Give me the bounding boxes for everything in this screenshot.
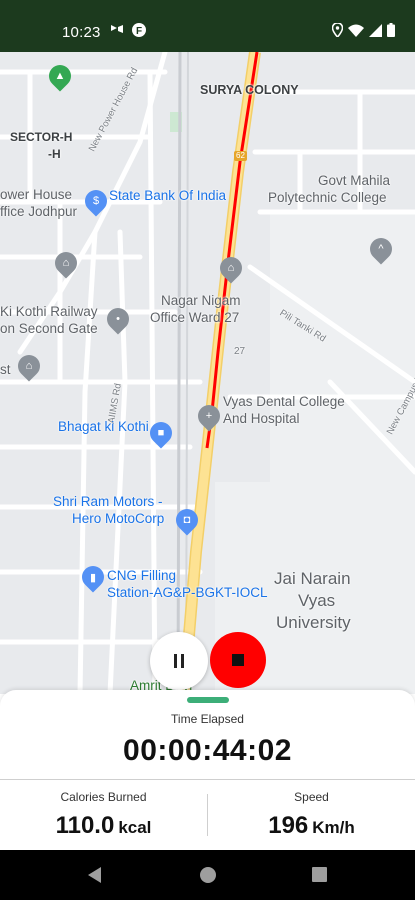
map-label-power-house: ower House	[0, 187, 73, 202]
bank-icon[interactable]: $	[80, 185, 112, 217]
calories-stat: 110.0 kcal	[0, 812, 207, 840]
tracking-panel: Time Elapsed 00:00:44:02 Calories Burned…	[0, 690, 415, 850]
app-screen: 10:23 F ▲ $ ⌂ ⌂ ^ • ⌂ + ■ ◘ ▮ SURYA COLO…	[0, 0, 415, 900]
navigation-bar	[0, 850, 415, 900]
park-icon[interactable]: ▲	[44, 60, 76, 92]
map-label-surya-colony: SURYA COLONY	[200, 83, 299, 97]
speed-stat: 196 Km/h	[208, 812, 415, 840]
shopping-icon[interactable]: ◘	[171, 504, 203, 536]
map-label-sector-h-2: -H	[48, 147, 61, 161]
govt-office-icon[interactable]: ⌂	[215, 252, 247, 284]
status-bar: 10:23 F	[0, 0, 415, 52]
map-label-vyas: Vyas	[298, 591, 336, 610]
building-icon[interactable]: ⌂	[13, 350, 45, 382]
map-label-second-gate: on Second Gate	[0, 321, 98, 336]
map-label-sbi: State Bank Of India	[109, 188, 227, 203]
map-label-cng-station: Station-AG&P-BGKT-IOCL	[107, 585, 268, 600]
app-notification-icon: F	[132, 23, 146, 37]
calories-unit: kcal	[118, 818, 152, 837]
map-view[interactable]: ▲ $ ⌂ ⌂ ^ • ⌂ + ■ ◘ ▮ SURYA COLONY SECTO…	[0, 52, 415, 694]
map-label-sector-h: SECTOR-H	[10, 130, 73, 144]
train-station-icon[interactable]: ■	[145, 417, 177, 449]
map-label-vyas-dental: Vyas Dental College	[223, 394, 345, 409]
speed-label: Speed	[294, 790, 329, 804]
divider	[0, 779, 415, 780]
railway-gate-pin-icon[interactable]: •	[102, 303, 134, 335]
map-label-office-jodhpur: ffice Jodhpur	[0, 204, 78, 219]
stop-icon	[232, 654, 244, 666]
landmark-icon[interactable]: ⌂	[50, 247, 82, 279]
college-icon[interactable]: ^	[365, 233, 397, 265]
map-label-and-hospital: And Hospital	[223, 411, 300, 426]
signal-icon	[369, 23, 382, 37]
time-elapsed-label: Time Elapsed	[171, 712, 244, 726]
cast-icon	[111, 25, 123, 33]
back-icon[interactable]	[88, 867, 102, 883]
svg-text:F: F	[136, 26, 142, 37]
map-label-govt-mahila: Govt Mahila	[318, 173, 391, 188]
map-label-shri-ram-motors: Shri Ram Motors -	[53, 494, 163, 509]
status-time: 10:23	[62, 24, 101, 41]
home-icon[interactable]	[200, 867, 216, 883]
wifi-icon	[348, 24, 364, 37]
map-label-st: st	[0, 362, 11, 377]
calories-value: 110.0	[55, 812, 115, 839]
sheet-drag-handle[interactable]	[187, 697, 229, 703]
recents-icon[interactable]	[312, 867, 327, 882]
map-label-jai-narain: Jai Narain	[274, 569, 351, 588]
speed-unit: Km/h	[312, 818, 355, 837]
map-label-university: University	[276, 613, 351, 632]
location-icon	[332, 23, 343, 37]
map-label-nagar-nigam: Nagar Nigam	[161, 293, 241, 308]
calories-label: Calories Burned	[60, 790, 147, 804]
battery-icon	[387, 23, 395, 37]
hospital-icon[interactable]: +	[193, 400, 225, 432]
map-label-cng-filling: CNG Filling	[107, 568, 177, 583]
speed-value: 196	[268, 812, 309, 839]
route-62-shield: 62	[234, 151, 247, 161]
stop-button[interactable]	[210, 632, 266, 688]
map-label-ward-27: 27	[234, 346, 246, 357]
map-label-polytechnic: Polytechnic College	[268, 190, 387, 205]
time-elapsed-value: 00:00:44:02	[123, 734, 292, 767]
map-label-ki-kothi: Ki Kothi Railway	[0, 304, 98, 319]
map-label-bhagat-ki-kothi: Bhagat ki Kothi	[58, 419, 149, 434]
map-label-hero-motocorp: Hero MotoCorp	[72, 511, 165, 526]
fuel-station-icon[interactable]: ▮	[77, 561, 109, 593]
map-label-office-ward: Office Ward 27	[150, 310, 240, 325]
pause-icon	[174, 654, 184, 668]
pause-button[interactable]	[150, 632, 208, 690]
